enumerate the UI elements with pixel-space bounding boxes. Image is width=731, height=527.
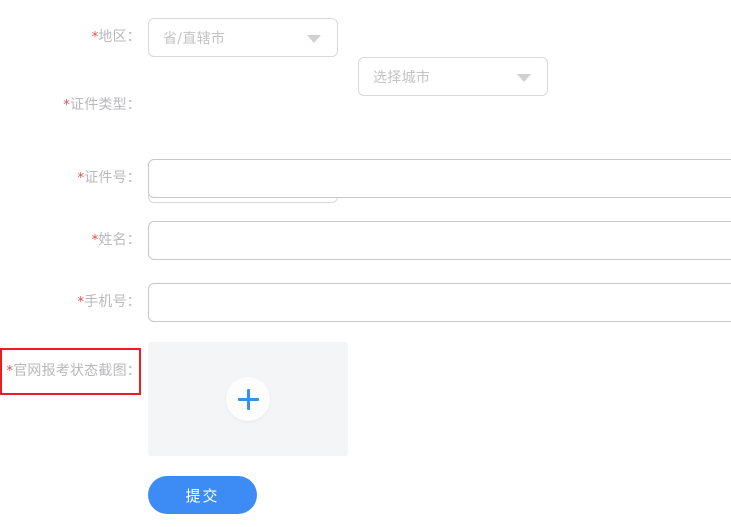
required-star-phone: * [77, 295, 85, 310]
label-region-text: 地区： [98, 29, 141, 45]
province-select[interactable]: 省/直辖市 [148, 18, 338, 57]
form-row-id-number: *证件号： [0, 168, 141, 188]
label-name-text: 姓名： [98, 232, 141, 248]
required-star-name: * [91, 233, 99, 248]
required-star-screenshot: * [6, 364, 14, 379]
submit-button[interactable]: 提交 [148, 476, 257, 514]
city-select[interactable]: 选择城市 [358, 57, 548, 96]
form-row-screenshot: *官网报考状态截图： [0, 361, 141, 381]
label-id-number: *证件号： [0, 168, 141, 188]
label-phone: *手机号： [0, 292, 141, 312]
required-star-region: * [91, 30, 99, 45]
form-row-id-type: *证件类型： [0, 95, 141, 115]
label-name: *姓名： [0, 230, 141, 250]
chevron-down-icon [307, 34, 321, 43]
label-id-number-text: 证件号： [84, 170, 141, 186]
required-star-id-number: * [77, 171, 85, 186]
label-screenshot-text: 官网报考状态截图： [13, 363, 141, 379]
chevron-down-icon [517, 73, 531, 82]
province-select-placeholder: 省/直辖市 [163, 30, 226, 47]
screenshot-uploader[interactable] [148, 342, 348, 456]
plus-icon[interactable] [226, 377, 270, 421]
name-input[interactable] [148, 221, 731, 260]
phone-input[interactable] [148, 283, 731, 322]
label-id-type-text: 证件类型： [70, 97, 141, 113]
id-number-input[interactable] [148, 159, 731, 198]
form-row-name: *姓名： [0, 230, 141, 250]
label-phone-text: 手机号： [84, 294, 141, 310]
form-row-region: *地区： [0, 27, 141, 47]
label-region: *地区： [0, 27, 141, 47]
registration-form-page: *地区： 省/直辖市 选择城市 *证件类型： 身份证 *证件号： *姓名： *手… [0, 0, 731, 527]
city-select-placeholder: 选择城市 [373, 69, 431, 86]
form-row-phone: *手机号： [0, 292, 141, 312]
label-screenshot: *官网报考状态截图： [0, 361, 141, 381]
label-id-type: *证件类型： [0, 95, 141, 115]
required-star-id-type: * [63, 98, 70, 113]
